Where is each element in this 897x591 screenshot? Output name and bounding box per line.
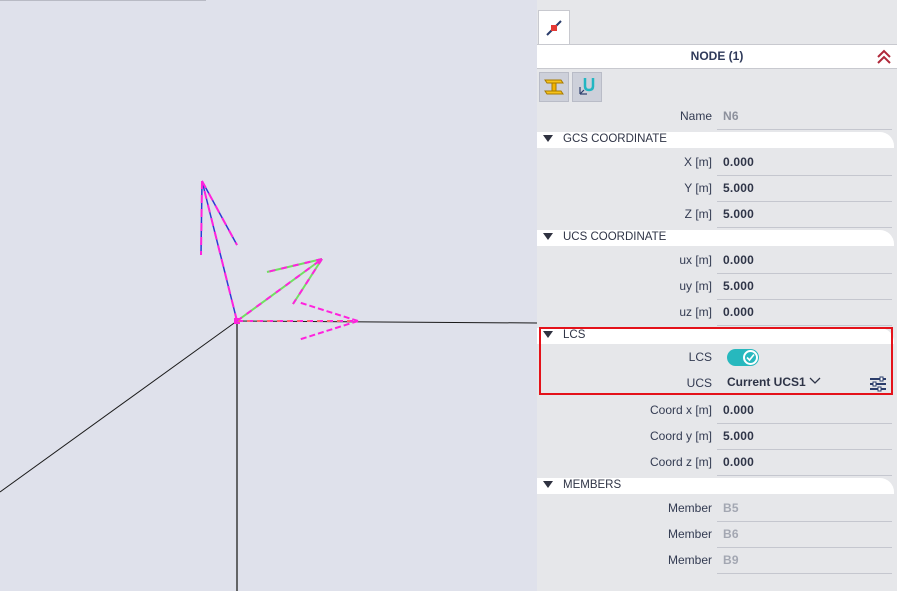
lcs-coord-x-row[interactable]: Coord x [m] 0.000 xyxy=(537,398,893,424)
node-icon xyxy=(546,19,562,36)
beam-section-icon xyxy=(544,79,564,95)
member-label: Member xyxy=(667,527,712,541)
row-underline xyxy=(717,573,892,574)
member-value[interactable]: B5 xyxy=(723,501,739,515)
member-label: Member xyxy=(667,501,712,515)
ucs-z-value[interactable]: 0.000 xyxy=(723,305,754,319)
ucs-z-row[interactable]: uz [m] 0.000 xyxy=(537,300,893,326)
ucs-axis-icon xyxy=(579,78,595,95)
gcs-z-value[interactable]: 5.000 xyxy=(723,207,754,221)
ucs-y-row[interactable]: uy [m] 5.000 xyxy=(537,274,893,300)
caret-down-icon xyxy=(543,233,553,240)
coord-x-label: Coord x [m] xyxy=(649,403,712,417)
coord-z-value[interactable]: 0.000 xyxy=(723,455,754,469)
ucs-y-label: uy [m] xyxy=(679,279,712,293)
name-value[interactable]: N6 xyxy=(723,109,739,123)
scene-canvas xyxy=(0,180,537,591)
section-gcs-coordinate[interactable]: GCS COORDINATE xyxy=(537,132,894,148)
ucs-x-label: ux [m] xyxy=(679,253,712,267)
panel-toolbar xyxy=(537,70,897,104)
gcs-y-row[interactable]: Y [m] 5.000 xyxy=(537,176,893,202)
lcs-coord-z-row[interactable]: Coord z [m] 0.000 xyxy=(537,450,893,476)
ucs-axis-button[interactable] xyxy=(572,72,602,102)
member-value[interactable]: B6 xyxy=(723,527,739,541)
collapse-button[interactable] xyxy=(874,47,894,67)
lcs-z-arrow xyxy=(200,180,238,322)
section-ucs-coordinate[interactable]: UCS COORDINATE xyxy=(537,230,894,246)
coord-y-label: Coord y [m] xyxy=(649,429,712,443)
gcs-z-label: Z [m] xyxy=(684,207,712,221)
ucs-y-value[interactable]: 5.000 xyxy=(723,279,754,293)
member-line-diagonal[interactable] xyxy=(0,320,238,493)
row-underline xyxy=(717,227,892,228)
coord-x-value[interactable]: 0.000 xyxy=(723,403,754,417)
lcs-highlight-box xyxy=(539,327,893,395)
viewport-3d[interactable] xyxy=(0,0,537,591)
coord-y-value[interactable]: 5.000 xyxy=(723,429,754,443)
section-members[interactable]: MEMBERS xyxy=(537,478,894,494)
lcs-coord-y-row[interactable]: Coord y [m] 5.000 xyxy=(537,424,893,450)
tab-node[interactable] xyxy=(538,10,570,44)
beam-section-button[interactable] xyxy=(539,72,569,102)
section-title: MEMBERS xyxy=(563,479,622,491)
member-row[interactable]: Member B9 xyxy=(537,548,893,574)
gcs-z-row[interactable]: Z [m] 5.000 xyxy=(537,202,893,228)
member-label: Member xyxy=(667,553,712,567)
gcs-x-value[interactable]: 0.000 xyxy=(723,155,754,169)
properties-panel: NODE (1) Name N6 GCS COORDINATE X [m] 0.… xyxy=(537,0,897,591)
chevron-up-icon xyxy=(877,49,891,64)
caret-down-icon xyxy=(543,481,553,488)
row-underline xyxy=(717,129,892,130)
gcs-x-row[interactable]: X [m] 0.000 xyxy=(537,150,893,176)
panel-header: NODE (1) xyxy=(537,44,897,69)
ucs-x-row[interactable]: ux [m] 0.000 xyxy=(537,248,893,274)
caret-down-icon xyxy=(543,135,553,142)
panel-title: NODE (1) xyxy=(690,49,744,63)
member-row[interactable]: Member B5 xyxy=(537,496,893,522)
lcs-y-arrow xyxy=(236,258,323,322)
row-underline xyxy=(717,325,892,326)
section-title: UCS COORDINATE xyxy=(563,231,667,243)
name-label: Name xyxy=(679,109,712,123)
ucs-x-value[interactable]: 0.000 xyxy=(723,253,754,267)
coord-z-label: Coord z [m] xyxy=(649,455,712,469)
section-title: GCS COORDINATE xyxy=(563,133,667,145)
gcs-y-value[interactable]: 5.000 xyxy=(723,181,754,195)
panel-tabstrip xyxy=(537,0,897,44)
ucs-z-label: uz [m] xyxy=(679,305,712,319)
member-value[interactable]: B9 xyxy=(723,553,739,567)
gcs-y-label: Y [m] xyxy=(684,181,712,195)
name-row[interactable]: Name N6 xyxy=(537,104,893,130)
gcs-x-label: X [m] xyxy=(683,155,712,169)
member-row[interactable]: Member B6 xyxy=(537,522,893,548)
row-underline xyxy=(717,475,892,476)
